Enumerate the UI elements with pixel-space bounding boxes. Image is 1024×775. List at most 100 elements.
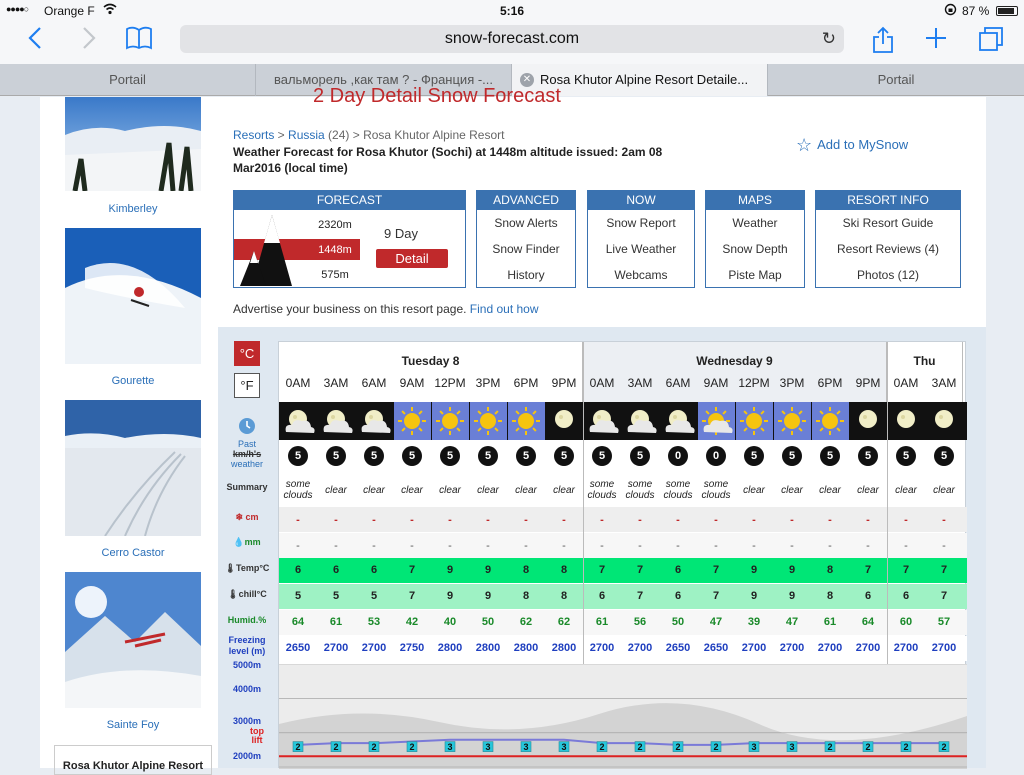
hour-label: 9AM — [703, 376, 729, 390]
humidity-cell: 42 — [405, 616, 419, 628]
chill-label: 🌡chill°C — [218, 589, 276, 600]
summary-cell: clear — [553, 485, 575, 496]
breadcrumb: Resorts > Russia (24) > Rosa Khutor Alpi… — [233, 128, 505, 142]
forecast-table-panel: °C °F Past km/h's weather Summary ❄ cm 💧… — [218, 327, 986, 769]
sidebar-item-gourette[interactable]: Gourette — [40, 375, 226, 387]
breadcrumb-russia[interactable]: Russia — [288, 128, 325, 142]
now-menu: NOW Snow Report Live Weather Webcams — [587, 190, 695, 288]
wind-speed: 5 — [934, 446, 954, 466]
wind-speed: 5 — [288, 446, 308, 466]
chart-marker-label: 2 — [599, 742, 604, 752]
menu-item-photos[interactable]: Photos (12) — [816, 262, 960, 288]
hour-label: 12PM — [434, 376, 466, 390]
tab-rosa-khutor-label: Rosa Khutor Alpine Resort Detaile... — [540, 72, 749, 87]
chill-cell: 6 — [674, 590, 682, 602]
breadcrumb-resorts[interactable]: Resorts — [233, 128, 274, 142]
forward-icon[interactable] — [82, 26, 96, 55]
battery-icon — [996, 6, 1018, 16]
temp-cell: 8 — [560, 564, 568, 576]
temp-cell: 7 — [712, 564, 720, 576]
menu-item-resort-reviews[interactable]: Resort Reviews (4) — [816, 236, 960, 262]
reload-icon[interactable]: ↻ — [822, 25, 836, 53]
humidity-cell: 39 — [747, 616, 761, 628]
freezing-cell: 2800 — [437, 642, 463, 654]
past-weather-label[interactable]: Past km/h's weather — [218, 439, 276, 469]
snow-cell: - — [562, 514, 566, 526]
menu-item-history[interactable]: History — [477, 262, 575, 288]
sidebar-item-sainte-foy[interactable]: Sainte Foy — [40, 719, 226, 731]
sainte-foy-photo[interactable] — [65, 572, 201, 708]
hour-label: 3AM — [627, 376, 653, 390]
back-icon[interactable] — [28, 26, 42, 55]
altitude-bottom[interactable]: 575m — [311, 269, 359, 281]
chart-marker-label: 2 — [713, 742, 718, 752]
add-to-mysnow-link[interactable]: ☆ Add to MySnow — [796, 135, 908, 156]
summary-label: Summary — [226, 482, 268, 492]
menu-item-snow-alerts[interactable]: Snow Alerts — [477, 210, 575, 236]
weather-icon — [470, 402, 507, 440]
advanced-menu: ADVANCED Snow Alerts Snow Finder History — [476, 190, 576, 288]
menu-item-live-weather[interactable]: Live Weather — [588, 236, 694, 262]
rain-cell: - — [714, 540, 718, 552]
address-bar[interactable]: snow-forecast.com ↻ — [180, 25, 844, 53]
menu-item-webcams[interactable]: Webcams — [588, 262, 694, 288]
rain-cell: - — [676, 540, 680, 552]
menu-item-weather[interactable]: Weather — [706, 210, 804, 236]
tab-portail-2[interactable]: Portail — [768, 64, 1024, 96]
snow-cell: - — [410, 514, 414, 526]
detail-button[interactable]: Detail — [376, 249, 448, 268]
temp-cell: 6 — [674, 564, 682, 576]
cerro-castor-photo[interactable] — [65, 400, 201, 536]
wind-cell: 5 — [621, 446, 659, 466]
rain-cell: - — [372, 540, 376, 552]
rain-cell: - — [334, 540, 338, 552]
freezing-level-chart: 2 2 2 2 3 3 3 3 2 2 2 2 3 3 2 2 2 2 — [279, 664, 967, 769]
altitude-top[interactable]: 2320m — [311, 219, 359, 231]
temp-cell: 9 — [788, 564, 796, 576]
humidity-cell: 61 — [329, 616, 343, 628]
humidity-cell: 56 — [633, 616, 647, 628]
sidebar-item-cerro-castor[interactable]: Cerro Castor — [40, 547, 226, 559]
chart-marker-label: 2 — [827, 742, 832, 752]
sun-icon — [432, 402, 469, 440]
menu-item-snow-depth[interactable]: Snow Depth — [706, 236, 804, 262]
thermometer-icon-2: 🌡 — [227, 589, 239, 599]
menu-item-snow-finder[interactable]: Snow Finder — [477, 236, 575, 262]
summary-cell: clear — [933, 485, 955, 496]
mountain-icon — [240, 215, 292, 286]
wind-cell: 5 — [279, 446, 317, 466]
weather-icon — [508, 402, 545, 440]
temp-cell: 7 — [902, 564, 910, 576]
sun-icon — [736, 402, 773, 440]
sidebar-item-kimberley[interactable]: Kimberley — [40, 203, 226, 215]
humidity-cell: 61 — [595, 616, 609, 628]
share-icon[interactable] — [872, 26, 894, 59]
gourette-photo[interactable] — [65, 228, 201, 364]
menu-item-ski-resort-guide[interactable]: Ski Resort Guide — [816, 210, 960, 236]
snow-cell: - — [524, 514, 528, 526]
menu-item-piste-map[interactable]: Piste Map — [706, 262, 804, 288]
temp-cell: 7 — [598, 564, 606, 576]
new-tab-icon[interactable] — [924, 26, 948, 55]
humidity-cell: 47 — [785, 616, 799, 628]
wind-speed: 5 — [440, 446, 460, 466]
humidity-cell: 62 — [557, 616, 571, 628]
celsius-button[interactable]: °C — [234, 341, 260, 366]
altitude-mid[interactable]: 1448m — [311, 244, 359, 256]
forecast-grid: Thu Wednesday 9 Tuesday 8 0AM 5 some clouds -… — [278, 341, 967, 769]
nine-day-link[interactable]: 9 Day — [384, 226, 418, 241]
resort-info-box: Rosa Khutor Alpine Resort — [54, 745, 212, 775]
chart-marker-label: 3 — [447, 742, 452, 752]
menu-item-snow-report[interactable]: Snow Report — [588, 210, 694, 236]
sun-icon — [774, 402, 811, 440]
tabs-overview-icon[interactable] — [978, 26, 1004, 57]
bookmarks-icon[interactable] — [125, 26, 153, 55]
find-out-how-link[interactable]: Find out how — [470, 302, 539, 316]
fahrenheit-button[interactable]: °F — [234, 373, 260, 398]
tab-portail-1[interactable]: Portail — [0, 64, 256, 96]
past-label-3: weather — [230, 459, 264, 469]
altitude-2000: 2000m — [232, 751, 262, 761]
star-icon: ☆ — [796, 135, 813, 155]
summary-cell: clear — [477, 485, 499, 496]
chart-marker-label: 2 — [865, 742, 870, 752]
